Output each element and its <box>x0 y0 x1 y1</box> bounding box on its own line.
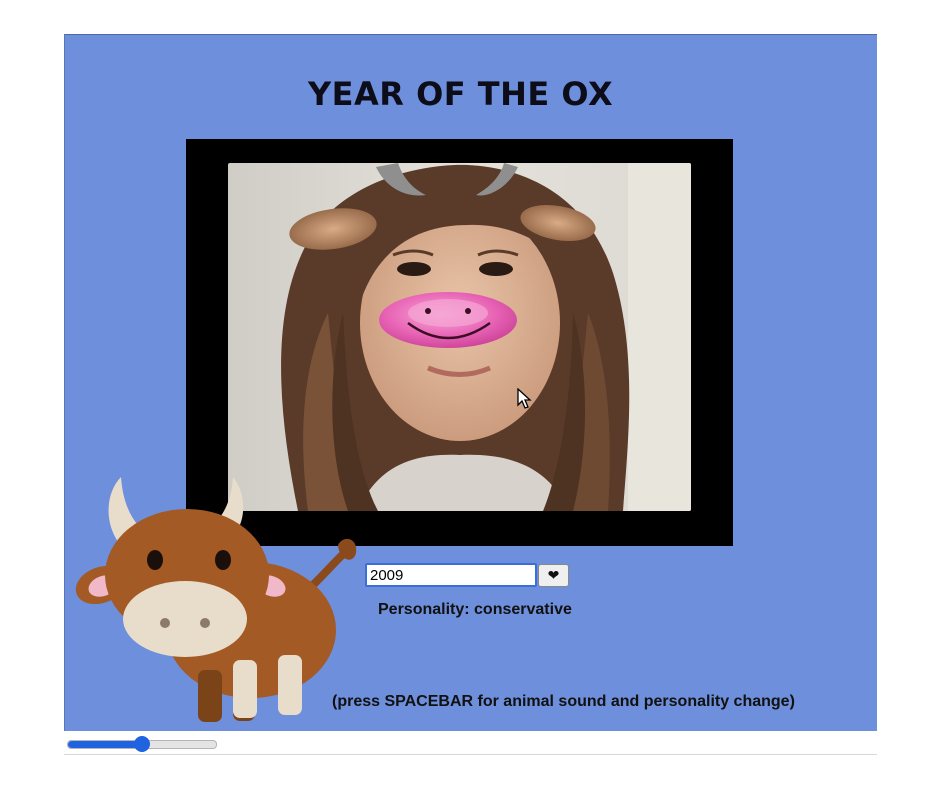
slider-bar <box>64 732 877 755</box>
slider-thumb[interactable] <box>134 736 150 752</box>
mouse-pointer-icon <box>517 388 532 409</box>
page-title: YEAR OF THE OX <box>308 75 614 113</box>
personality-label: Personality: conservative <box>378 601 572 618</box>
spacebar-hint: (press SPACEBAR for animal sound and per… <box>332 693 795 710</box>
ox-cartoon-icon <box>75 477 357 722</box>
slider-fill <box>68 741 142 748</box>
heart-icon: ❤ <box>547 567 560 583</box>
volume-slider[interactable] <box>67 736 217 752</box>
heart-button[interactable]: ❤ <box>538 564 569 587</box>
year-input[interactable] <box>365 563 537 587</box>
sketch-canvas: YEAR OF THE OX 2009 ❤ Personality: conse… <box>64 34 877 731</box>
